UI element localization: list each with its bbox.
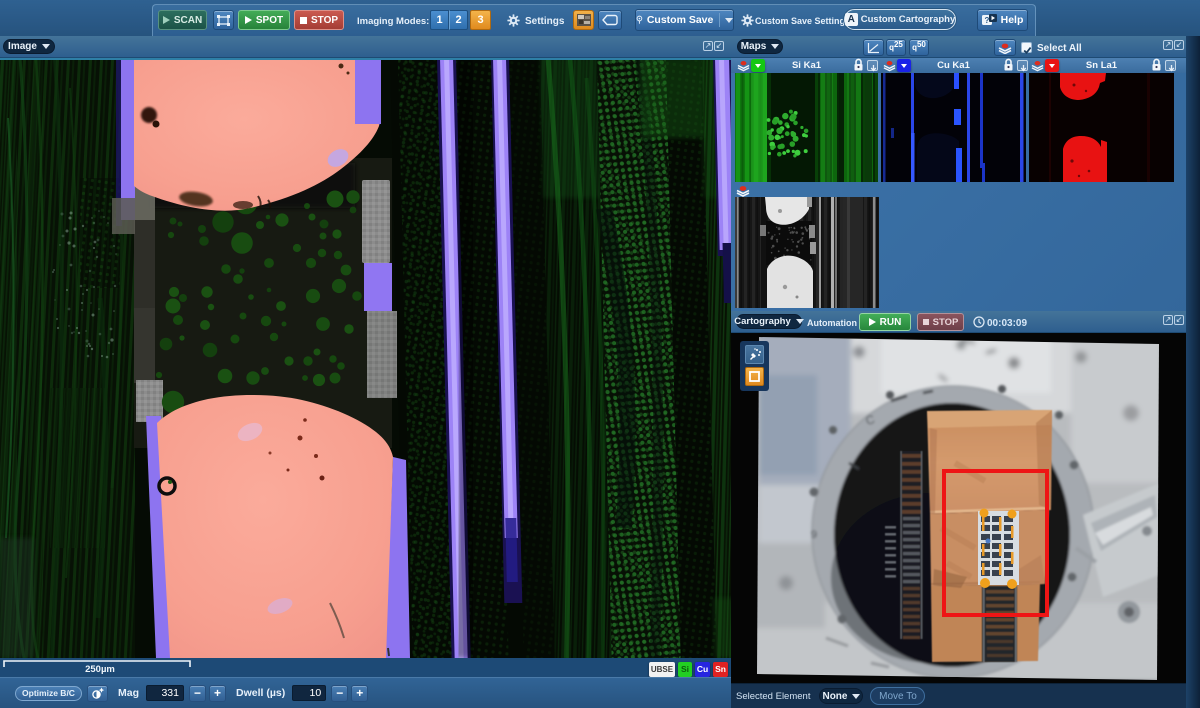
svg-text:?: ? [984,16,989,25]
svg-text:9: 9 [811,529,817,541]
